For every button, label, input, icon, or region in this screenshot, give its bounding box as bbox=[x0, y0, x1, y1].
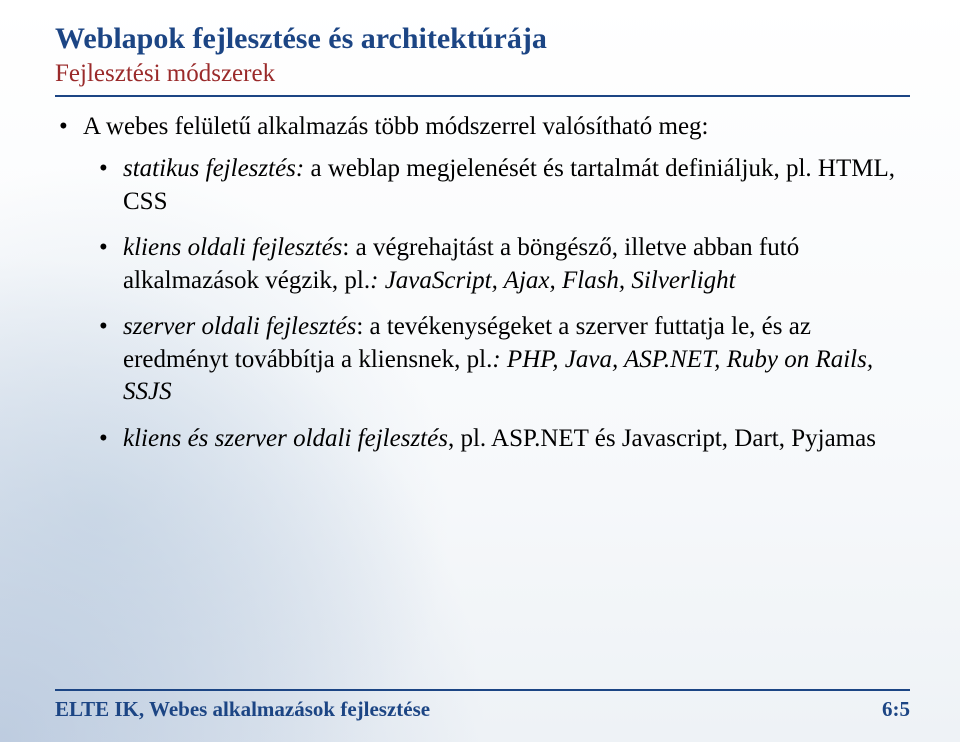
subbullet-lead: statikus fejlesztés: bbox=[123, 155, 304, 182]
title-divider bbox=[55, 95, 910, 97]
subbullet-lead: kliens és szerver oldali fejlesztés bbox=[123, 425, 448, 452]
footer-page-number: 6:5 bbox=[882, 697, 910, 722]
footer-left: ELTE IK, Webes alkalmazások fejlesztése bbox=[55, 697, 430, 722]
slide-content: A webes felületű alkalmazás több módszer… bbox=[55, 111, 910, 456]
subbullet-server: szerver oldali fejlesztés: a tevékenység… bbox=[119, 311, 910, 409]
subbullet-both: kliens és szerver oldali fejlesztés, pl.… bbox=[119, 423, 910, 456]
subbullet-static: statikus fejlesztés: a weblap megjelenés… bbox=[119, 153, 910, 218]
slide-title: Weblapok fejlesztése és architektúrája bbox=[55, 22, 910, 57]
footer-divider bbox=[55, 689, 910, 691]
bullet-intro-text: A webes felületű alkalmazás több módszer… bbox=[83, 113, 709, 140]
subbullet-rest: , pl. ASP.NET és Javascript, Dart, Pyjam… bbox=[448, 425, 876, 452]
subbullet-lead: kliens oldali fejlesztés bbox=[123, 234, 342, 261]
subbullet-tail: : JavaScript, Ajax, Flash, Silverlight bbox=[370, 267, 735, 294]
bullet-intro: A webes felületű alkalmazás több módszer… bbox=[79, 111, 910, 456]
slide-footer: ELTE IK, Webes alkalmazások fejlesztése … bbox=[55, 689, 910, 722]
slide-subtitle: Fejlesztési módszerek bbox=[55, 59, 910, 89]
subbullet-client: kliens oldali fejlesztés: a végrehajtást… bbox=[119, 232, 910, 297]
subbullet-lead: szerver oldali fejlesztés bbox=[123, 313, 356, 340]
